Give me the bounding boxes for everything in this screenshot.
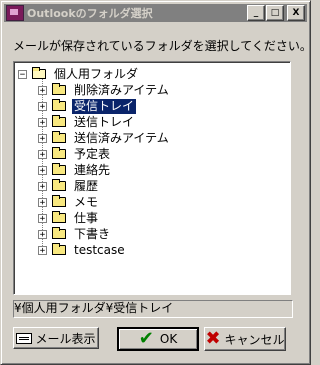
folder-icon: [52, 243, 66, 255]
tree-node-label[interactable]: 仕事: [72, 211, 100, 226]
folder-icon: [52, 195, 66, 207]
folder-icon: [52, 163, 66, 175]
ok-button[interactable]: ✔ OK: [117, 327, 199, 351]
folder-icon: [52, 99, 66, 111]
tree-node-label[interactable]: 下書き: [72, 227, 112, 242]
folder-icon: [52, 83, 66, 95]
title-bar[interactable]: Outlookのフォルダ選択 _ □ X: [4, 4, 307, 22]
cancel-button[interactable]: ✖ キャンセル: [204, 327, 286, 351]
instruction-text: メールが保存されているフォルダを選択してください。: [13, 39, 312, 53]
tree-node[interactable]: + 連絡先: [38, 162, 112, 178]
expand-toggle[interactable]: +: [38, 101, 47, 111]
tree-node[interactable]: + 送信トレイ: [38, 114, 136, 130]
minimize-button[interactable]: _: [247, 5, 265, 21]
folder-icon: [52, 147, 66, 159]
tree-node[interactable]: + 下書き: [38, 226, 112, 242]
mail-view-label: メール表示: [35, 331, 96, 346]
expand-toggle[interactable]: +: [38, 213, 47, 223]
tree-node[interactable]: + 履歴: [38, 178, 100, 194]
tree-node-label[interactable]: 削除済みアイテム: [72, 83, 171, 98]
tree-node-label[interactable]: testcase: [72, 243, 127, 258]
tree-node-label[interactable]: 送信トレイ: [72, 115, 136, 130]
tree-node[interactable]: + メモ: [38, 194, 100, 210]
close-button[interactable]: X: [287, 5, 305, 21]
collapse-toggle[interactable]: −: [18, 69, 27, 79]
expand-toggle[interactable]: +: [38, 133, 47, 143]
folder-icon: [52, 115, 66, 127]
tree-node-label[interactable]: 送信済みアイテム: [72, 131, 171, 146]
tree-node[interactable]: + 仕事: [38, 210, 100, 226]
tree-node-label[interactable]: メモ: [72, 195, 100, 210]
tree-node[interactable]: + 予定表: [38, 146, 112, 162]
folder-icon: [52, 211, 66, 223]
tree-node[interactable]: + 受信トレイ: [38, 97, 138, 115]
x-icon: ✖: [205, 328, 221, 349]
app-icon: [6, 5, 24, 21]
tree-node-label[interactable]: 連絡先: [72, 163, 112, 178]
folder-icon: [52, 227, 66, 239]
expand-toggle[interactable]: +: [38, 229, 47, 239]
expand-toggle[interactable]: +: [38, 149, 47, 159]
window-title: Outlookのフォルダ選択: [27, 7, 153, 20]
tree-node-label[interactable]: 個人用フォルダ: [52, 67, 140, 82]
ok-label: OK: [159, 332, 178, 346]
folder-select-dialog: Outlookのフォルダ選択 _ □ X メールが保存されているフォルダを選択し…: [0, 0, 312, 365]
maximize-button[interactable]: □: [266, 5, 284, 21]
tree-node[interactable]: + 削除済みアイテム: [38, 82, 171, 98]
tree-node[interactable]: + 送信済みアイテム: [38, 130, 171, 146]
checkmark-icon: ✔: [138, 328, 154, 349]
tree-node-label[interactable]: 予定表: [72, 147, 112, 162]
expand-toggle[interactable]: +: [38, 85, 47, 95]
expand-toggle[interactable]: +: [38, 197, 47, 207]
expand-toggle[interactable]: +: [38, 245, 47, 255]
tree-node-label[interactable]: 履歴: [72, 179, 100, 194]
tree-node-root[interactable]: − 個人用フォルダ: [18, 66, 140, 82]
expand-toggle[interactable]: +: [38, 117, 47, 127]
expand-toggle[interactable]: +: [38, 165, 47, 175]
tree-node-label-selected[interactable]: 受信トレイ: [70, 97, 138, 115]
folder-icon: [52, 179, 66, 191]
expand-toggle[interactable]: +: [38, 181, 47, 191]
tree-node[interactable]: + testcase: [38, 242, 127, 258]
mail-view-button[interactable]: メール表示: [13, 327, 99, 349]
cancel-label: キャンセル: [224, 332, 285, 347]
selected-path-display: ¥個人用フォルダ¥受信トレイ: [13, 300, 293, 318]
mail-icon: [16, 332, 33, 344]
folder-icon: [52, 131, 66, 143]
folder-tree[interactable]: − 個人用フォルダ + 削除済みアイテム + 受信トレイ + 送信トレイ + 送…: [13, 61, 291, 295]
folder-open-icon: [32, 67, 46, 79]
